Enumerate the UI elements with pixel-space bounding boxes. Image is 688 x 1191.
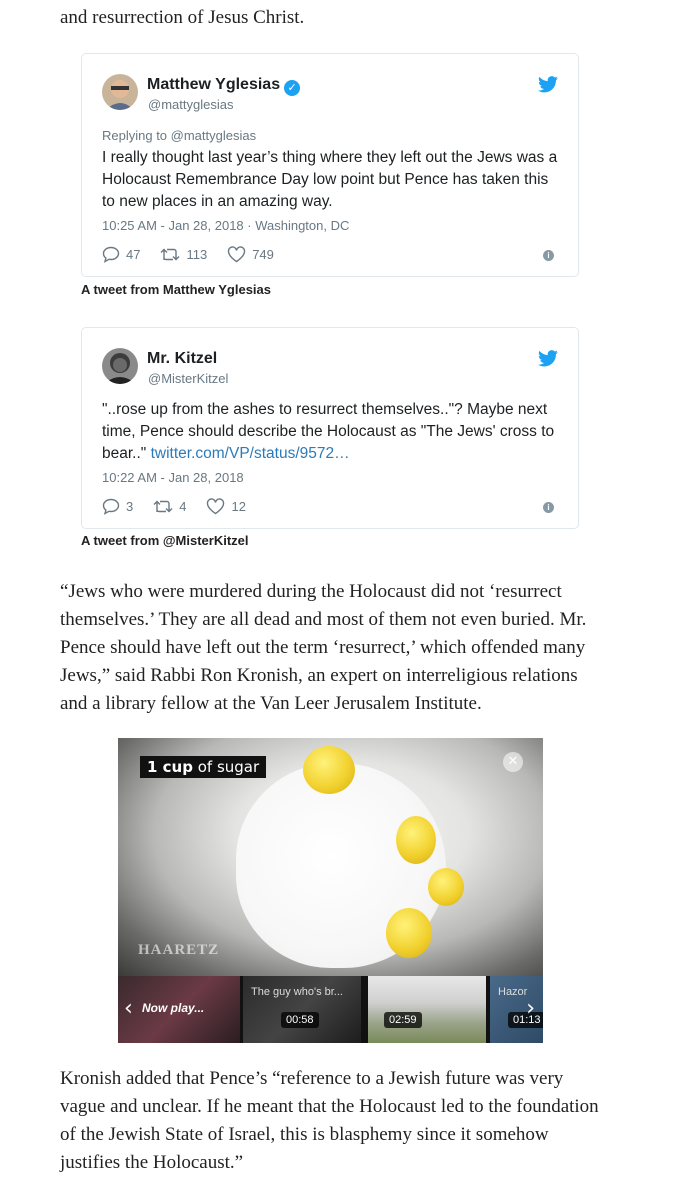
now-playing-label: Now play... <box>142 1001 205 1015</box>
tweet-caption: A tweet from @MisterKitzel <box>81 533 249 548</box>
duration-badge: 00:58 <box>281 1012 319 1028</box>
embedded-tweet[interactable]: Matthew Yglesias ✓ @mattyglesias Replying… <box>81 53 579 277</box>
reply-count: 47 <box>126 247 141 262</box>
video-frame[interactable]: 1 cup of sugar ✕ HAARETZ <box>118 738 543 976</box>
info-icon[interactable]: i <box>543 502 554 513</box>
duration-badge: 02:59 <box>384 1012 422 1028</box>
video-playlist: Now play... The guy who's br... 00:58 02… <box>118 976 543 1043</box>
twitter-bird-icon[interactable] <box>538 350 558 367</box>
tweet-reply-context[interactable]: Replying to @mattyglesias <box>102 128 256 143</box>
avatar[interactable] <box>102 348 138 384</box>
retweet-icon <box>153 500 173 513</box>
retweet-button[interactable]: 113 <box>160 247 207 262</box>
like-count: 12 <box>231 499 246 514</box>
reply-button[interactable]: 47 <box>102 246 140 263</box>
article-paragraph: Kronish added that Pence’s “reference to… <box>60 1068 599 1173</box>
tweet-actions: 3 4 12 <box>102 498 266 515</box>
article-paragraph-top: and resurrection of Jesus Christ. <box>60 7 305 28</box>
egg-yolk-image <box>303 746 355 794</box>
egg-yolk-image <box>386 908 432 958</box>
haaretz-logo: HAARETZ <box>138 942 220 958</box>
like-button[interactable]: 12 <box>206 498 246 515</box>
tweet-timestamp[interactable]: 10:22 AM - Jan 28, 2018 <box>102 470 244 485</box>
article-paragraph: “Jews who were murdered during the Holoc… <box>60 581 587 714</box>
twitter-bird-icon[interactable] <box>538 76 558 93</box>
tweet-author-name[interactable]: Matthew Yglesias ✓ <box>147 76 301 96</box>
verified-badge-icon: ✓ <box>284 80 301 96</box>
tweet-author-handle[interactable]: @MisterKitzel <box>148 371 228 386</box>
reply-button[interactable]: 3 <box>102 498 133 515</box>
video-caption-overlay: 1 cup of sugar <box>140 756 267 778</box>
chevron-right-icon[interactable]: › <box>526 996 535 1021</box>
playlist-item[interactable]: The guy who's br... 00:58 <box>243 976 361 1043</box>
embedded-tweet[interactable]: Mr. Kitzel @MisterKitzel "..rose up from… <box>81 327 579 529</box>
like-count: 749 <box>252 247 274 262</box>
playlist-item[interactable]: Hazor 01:13 <box>490 976 543 1043</box>
tweet-author-handle[interactable]: @mattyglesias <box>148 97 233 112</box>
video-player[interactable]: 1 cup of sugar ✕ HAARETZ Now play... The… <box>118 738 543 1043</box>
tweet-text: I really thought last year’s thing where… <box>102 149 558 210</box>
reply-icon <box>102 246 120 263</box>
info-icon[interactable]: i <box>543 250 554 261</box>
reply-count: 3 <box>126 499 134 514</box>
chevron-left-icon[interactable]: ‹ <box>124 996 133 1021</box>
playlist-item[interactable]: Now play... <box>118 976 240 1043</box>
tweet-actions: 47 113 749 <box>102 246 294 263</box>
tweet-timestamp[interactable]: 10:25 AM - Jan 28, 2018 · Washington, DC <box>102 218 349 233</box>
heart-icon <box>207 498 225 515</box>
retweet-icon <box>160 248 180 261</box>
close-icon[interactable]: ✕ <box>503 752 523 772</box>
tweet-caption: A tweet from Matthew Yglesias <box>81 282 271 297</box>
retweet-count: 113 <box>186 247 208 262</box>
playlist-item-title: Hazor <box>498 986 528 998</box>
playlist-item-title: The guy who's br... <box>251 986 343 998</box>
tweet-link[interactable]: twitter.com/VP/status/9572… <box>151 445 350 462</box>
retweet-button[interactable]: 4 <box>153 499 186 514</box>
tweet-author-name[interactable]: Mr. Kitzel <box>147 350 217 368</box>
heart-icon <box>228 246 246 263</box>
retweet-count: 4 <box>179 499 187 514</box>
egg-yolk-image <box>428 868 464 906</box>
reply-icon <box>102 498 120 515</box>
avatar[interactable] <box>102 74 138 110</box>
like-button[interactable]: 749 <box>227 246 274 263</box>
egg-yolk-image <box>396 816 436 864</box>
playlist-item[interactable]: 02:59 <box>368 976 486 1043</box>
tweet-text: "..rose up from the ashes to resurrect t… <box>102 401 555 462</box>
